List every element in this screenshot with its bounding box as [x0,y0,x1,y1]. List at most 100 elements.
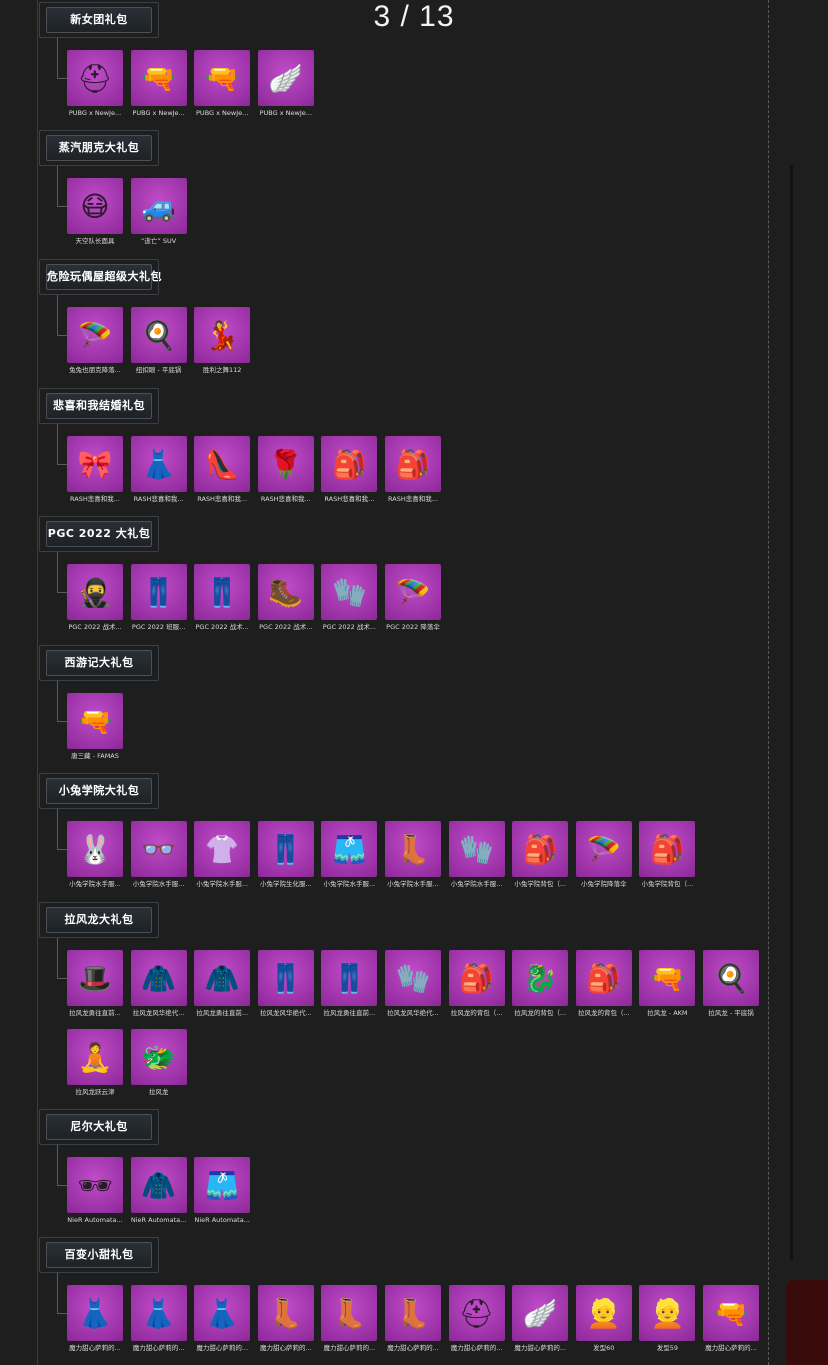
gas-mask-icon: 😷 [67,178,123,234]
item-card[interactable]: 🥷 PGC 2022 战术... [67,564,123,632]
item-card[interactable]: 🔫 唐三藏 - FAMAS [67,693,123,761]
item-card[interactable]: 🔫 PUBG x NewJe... [194,50,251,118]
item-card[interactable]: 👗 魔力甜心萨莉的... [194,1285,251,1353]
page-divider [768,0,769,1365]
item-card[interactable]: 🐉 拉风龙的背包（... [512,950,569,1018]
gift-pack-section: 新女团礼包 ⛑ PUBG x NewJe... 🔫 PUBG x NewJe... 🔫 PU… [0,0,768,128]
backpack-icon: 🎒 [321,436,378,492]
item-card[interactable]: 👱 发型59 [639,1285,696,1353]
item-label: 魔力甜心萨莉的... [450,1344,503,1352]
item-card[interactable]: 🔫 PUBG x NewJe... [130,50,187,118]
item-label: PGC 2022 降落伞 [386,623,440,631]
item-card[interactable]: 👱 发型60 [575,1285,632,1353]
item-card[interactable]: 🪂 兔兔也朋克降落... [67,307,123,375]
item-card[interactable]: 🕶 NieR Automata... [67,1157,123,1225]
item-card[interactable]: 👖 拉风龙风华绝代... [257,950,314,1018]
backpack-icon: 🎒 [512,821,569,877]
item-card[interactable]: 🎒 小兔学院背包（... [639,821,696,889]
item-card[interactable]: 👢 魔力甜心萨莉的... [385,1285,441,1353]
item-card[interactable]: 🎒 拉风龙的背包（... [448,950,505,1018]
dragon-icon: 🐲 [130,1029,187,1085]
item-card[interactable]: 🐰 小兔学院水手服... [67,821,123,889]
item-label: RASH悲喜和我... [260,495,311,503]
item-card[interactable]: 🌹 RASH悲喜和我... [257,436,314,504]
item-card[interactable]: 🍳 拉风龙 - 平底锅 [703,950,759,1018]
pants-icon: 👖 [257,950,314,1006]
helmet-icon: ⛑ [67,50,123,106]
item-card[interactable]: 👢 小兔学院水手服... [385,821,441,889]
item-card[interactable]: 👚 小兔学院水手服... [194,821,251,889]
item-card[interactable]: 🩳 NieR Automata... [194,1157,251,1225]
item-card[interactable]: 🧤 小兔学院水手服... [448,821,505,889]
item-card[interactable]: 🚙 “逝亡” SUV [130,178,187,246]
item-card[interactable]: 🍳 纽扣眼 - 平底锅 [130,307,187,375]
rifle-icon: 🔫 [703,1285,759,1341]
item-card[interactable]: 🪽 PUBG x NewJe... [257,50,314,118]
glasses-icon: 👓 [130,821,187,877]
item-card[interactable]: 👖 PGC 2022 班服... [130,564,187,632]
item-card[interactable]: 🩳 小兔学院水手服... [321,821,378,889]
item-card[interactable]: 👓 小兔学院水手服... [130,821,187,889]
item-card[interactable]: 👗 RASH悲喜和我... [130,436,187,504]
item-card[interactable]: 👢 魔力甜心萨莉的... [257,1285,314,1353]
item-card[interactable]: 🧥 拉风龙勇往直前... [194,950,251,1018]
gift-pack-section: 百变小甜礼包 👗 魔力甜心萨莉的... 👗 魔力甜心萨莉的... 👗 魔力甜心萨莉的... 👢… [0,1235,768,1363]
item-label: 拉风龙 [148,1088,169,1096]
item-card[interactable]: 🎩 拉风龙勇往直前... [67,950,123,1018]
item-card[interactable]: 🎀 RASH悲喜和我... [67,436,123,504]
item-card[interactable]: 🐲 拉风龙 [130,1029,187,1097]
item-label: 发型60 [593,1344,615,1352]
gift-pack-section: 尼尔大礼包 🕶 NieR Automata... 🧥 NieR Automata... 🩳… [0,1107,768,1235]
helmet-icon: ⛑ [448,1285,505,1341]
pan-icon: 🪽 [512,1285,569,1341]
backpack-icon: 🎒 [639,821,696,877]
item-card[interactable]: 👖 小兔学院生化服... [257,821,314,889]
heels-icon: 👠 [194,436,251,492]
item-card[interactable]: 🔫 魔力甜心萨莉的... [703,1285,759,1353]
section-title: 新女团礼包 [39,2,159,38]
item-label: 小兔学院水手服... [450,880,503,888]
item-card[interactable]: 🎒 拉风龙的背包（... [575,950,632,1018]
item-card[interactable]: ⛑ 魔力甜心萨莉的... [448,1285,505,1353]
item-label: 魔力甜心萨莉的... [259,1344,312,1352]
item-label: NieR Automata... [67,1216,123,1224]
item-label: PGC 2022 战术... [195,623,249,631]
item-card[interactable]: 🧘 拉风龙跃云津 [67,1029,123,1097]
item-card[interactable]: 🧥 NieR Automata... [130,1157,187,1225]
item-card[interactable]: 🧥 拉风龙风华绝代... [130,950,187,1018]
headband-icon: 🎀 [67,436,123,492]
item-label: 小兔学院降落伞 [581,880,627,888]
item-card[interactable]: 🧤 PGC 2022 战术... [321,564,378,632]
item-card[interactable]: 🪂 PGC 2022 降落伞 [385,564,441,632]
item-label: 拉风龙风华绝代... [387,1009,439,1017]
floating-button-edge[interactable] [786,1280,828,1365]
parachute-icon: 🪂 [67,307,123,363]
item-card[interactable]: 🪽 魔力甜心萨莉的... [512,1285,569,1353]
hat-icon: 🎩 [67,950,123,1006]
item-card[interactable]: 🔫 拉风龙 - AKM [639,950,696,1018]
pan-icon: 🍳 [130,307,187,363]
item-label: 小兔学院水手服... [196,880,249,888]
item-card[interactable]: 👖 PGC 2022 战术... [194,564,251,632]
item-label: 兔兔也朋克降落... [69,366,121,374]
item-card[interactable]: 👠 RASH悲喜和我... [194,436,251,504]
item-label: 小兔学院水手服... [387,880,439,888]
item-label: 小兔学院水手服... [69,880,121,888]
item-card[interactable]: 🥾 PGC 2022 战术... [257,564,314,632]
item-card[interactable]: 👗 魔力甜心萨莉的... [67,1285,123,1353]
item-card[interactable]: 👖 拉风龙勇往直前... [321,950,378,1018]
item-card[interactable]: 🎒 RASH悲喜和我... [385,436,441,504]
item-label: NieR Automata... [130,1216,187,1224]
gloves-icon: 🧤 [321,564,378,620]
item-card[interactable]: 👗 魔力甜心萨莉的... [130,1285,187,1353]
item-card[interactable]: 🧤 拉风龙风华绝代... [385,950,441,1018]
bunny-hat-icon: 🐰 [67,821,123,877]
item-card[interactable]: 🎒 小兔学院背包（... [512,821,569,889]
item-card[interactable]: 🎒 RASH悲喜和我... [321,436,378,504]
item-card[interactable]: 💃 胜利之舞112 [194,307,251,375]
item-card[interactable]: 🪂 小兔学院降落伞 [575,821,632,889]
item-card[interactable]: 👢 魔力甜心萨莉的... [321,1285,378,1353]
item-card[interactable]: 😷 天空队长面具 [67,178,123,246]
item-card[interactable]: ⛑ PUBG x NewJe... [67,50,123,118]
item-label: 拉风龙的背包（... [514,1009,567,1017]
